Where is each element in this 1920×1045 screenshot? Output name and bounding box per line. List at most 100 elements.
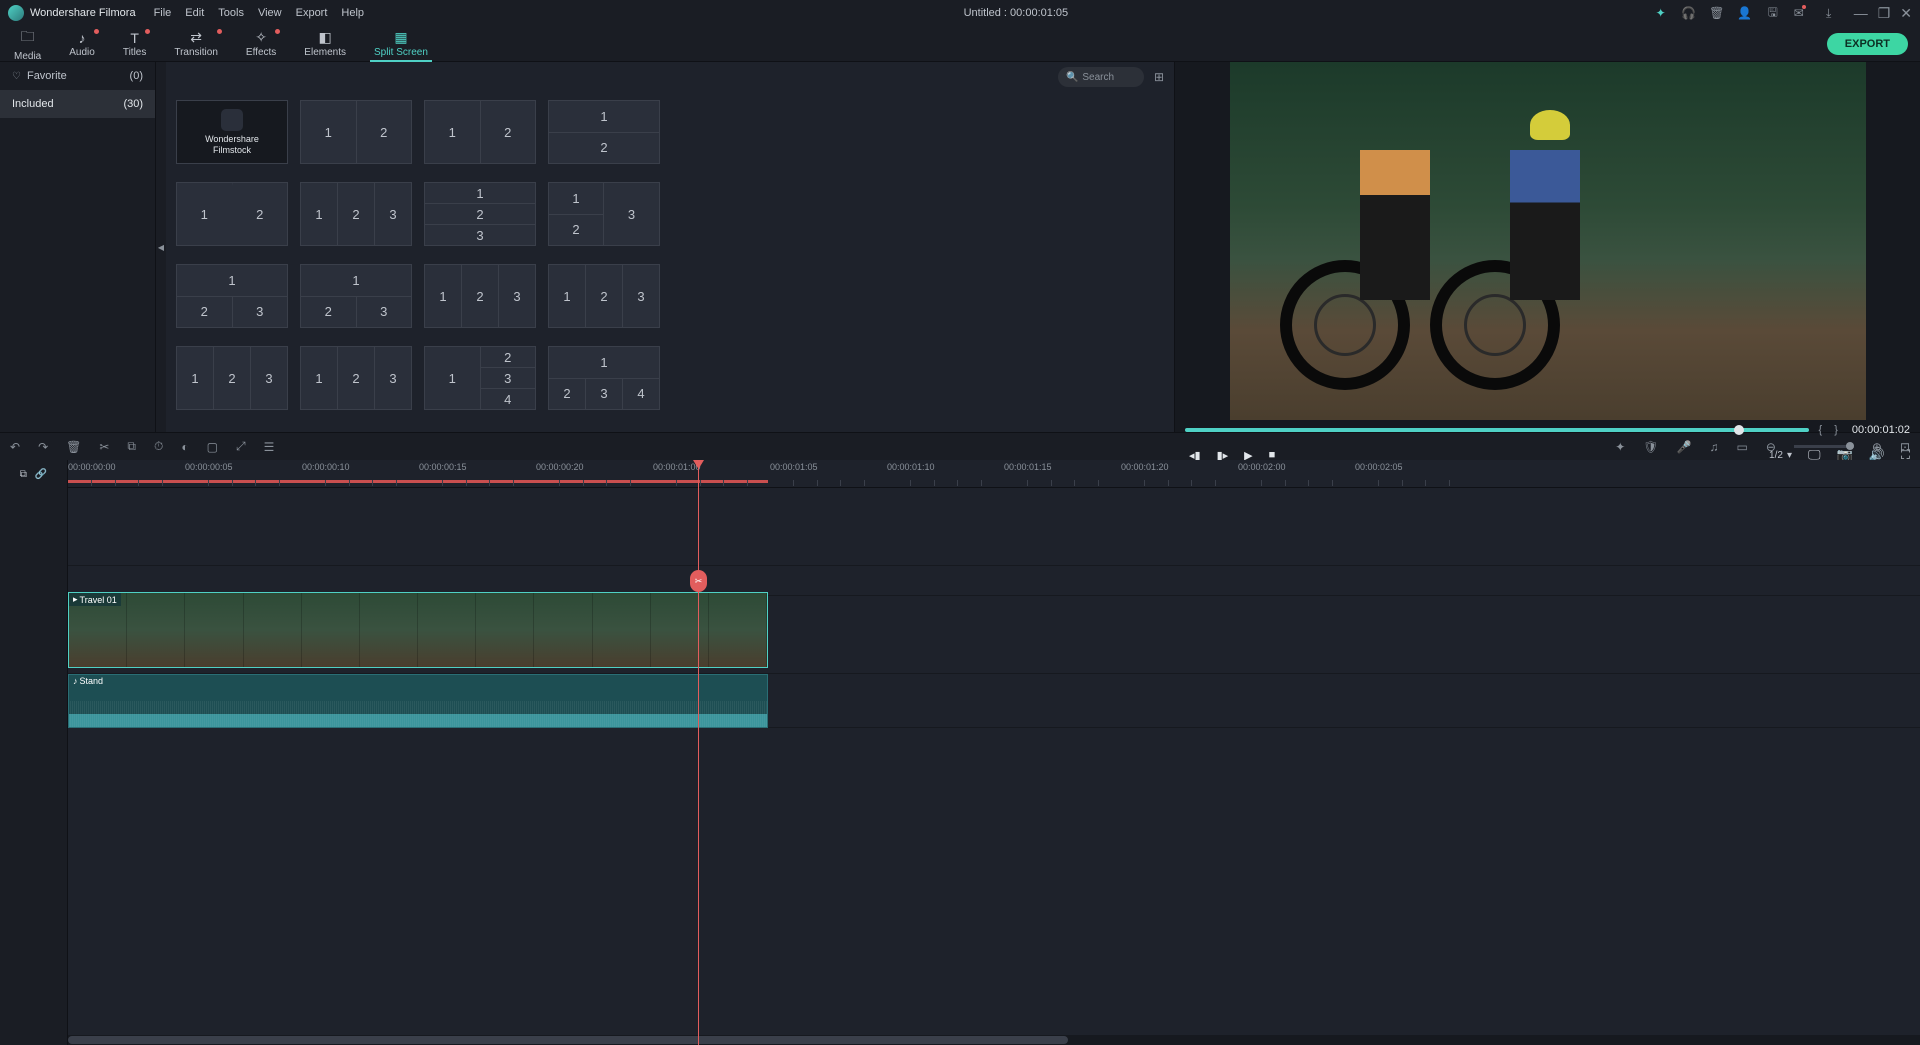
ripple-edit-icon[interactable]: ⧉ <box>20 469 27 480</box>
ruler-tick: 00:00:00:10 <box>302 462 350 472</box>
app-logo-icon <box>8 5 24 21</box>
preview-scrubber[interactable] <box>1185 428 1809 432</box>
sidebar-item-favorite[interactable]: ♡Favorite (0) <box>0 62 155 90</box>
music-icon: ♪ <box>79 30 86 46</box>
tab-media[interactable]: 🗀Media <box>0 26 55 62</box>
zoom-fit-icon[interactable]: ⊡ <box>1900 440 1910 454</box>
expand-icon[interactable]: ⤢ <box>236 439 246 454</box>
grid-icon: ▦ <box>394 29 407 46</box>
mic-icon[interactable]: 🎤 <box>1677 440 1692 454</box>
view-grid-icon[interactable]: ⊞ <box>1154 70 1164 84</box>
track-audio-1[interactable]: ♪1 🔓 🔊 ♪Stand <box>68 674 1920 728</box>
scrubber-handle[interactable] <box>1734 425 1744 435</box>
track-video-1[interactable]: ▣1 🔓 👁 ▸Travel 01 <box>68 596 1920 674</box>
shield-icon[interactable]: 🛡 <box>1643 440 1658 454</box>
preview-canvas <box>1175 62 1920 420</box>
save-icon[interactable]: 🖫 <box>1766 6 1780 20</box>
menu-export[interactable]: Export <box>296 7 328 19</box>
preview-panel: { } 00:00:01:02 ◂▮ ▮▸ ▶ ■ 1/2 ▾ 🖵 📷 🔊 ⛶ <box>1175 62 1920 432</box>
menu-tools[interactable]: Tools <box>218 7 244 19</box>
filmstock-tile[interactable]: WondershareFilmstock <box>176 100 288 164</box>
split-layout-tile[interactable]: 1234 <box>548 346 660 410</box>
split-layout-tile[interactable]: 1234 <box>424 346 536 410</box>
layout-browser: 🔍 Search ⊞ WondershareFilmstock121212121… <box>166 62 1175 432</box>
ruler-tick: 00:00:00:05 <box>185 462 233 472</box>
shapes-icon: ◧ <box>319 29 332 46</box>
window-maximize-icon[interactable]: ❐ <box>1878 5 1891 22</box>
tab-titles[interactable]: TTitles <box>109 26 161 62</box>
split-layout-tile[interactable]: 123 <box>300 264 412 328</box>
split-layout-tile[interactable]: 123 <box>176 346 288 410</box>
ruler-tick: 00:00:01:15 <box>1004 462 1052 472</box>
tab-transition[interactable]: ⇄Transition <box>160 26 232 62</box>
user-icon[interactable]: 👤 <box>1738 6 1752 20</box>
mail-icon[interactable]: ✉ <box>1794 6 1808 20</box>
zoom-out-icon[interactable]: ⊖ <box>1766 440 1776 454</box>
undo-icon[interactable]: ↶ <box>10 440 20 454</box>
green-screen-icon[interactable]: ▢ <box>207 440 218 454</box>
window-close-icon[interactable]: ✕ <box>1900 5 1912 22</box>
title-bar: Wondershare Filmora File Edit Tools View… <box>0 0 1920 26</box>
scrollbar-thumb[interactable] <box>68 1036 1068 1044</box>
crop-icon[interactable]: ⧉ <box>127 439 136 454</box>
menu-help[interactable]: Help <box>341 7 364 19</box>
link-icon[interactable]: 🔗 <box>35 469 47 480</box>
titlebar-actions: ✦ 🎧 🗑 👤 🖫 ✉ ⤓ <box>1654 6 1836 20</box>
redo-icon[interactable]: ↷ <box>38 440 48 454</box>
menu-view[interactable]: View <box>258 7 282 19</box>
settings-sparkle-icon[interactable]: ✦ <box>1654 6 1668 20</box>
menu-edit[interactable]: Edit <box>185 7 204 19</box>
split-layout-tile[interactable]: 123 <box>548 264 660 328</box>
split-clip-button[interactable]: ✂ <box>690 570 707 592</box>
audio-clip[interactable]: ♪Stand <box>68 674 768 728</box>
split-layout-tile[interactable]: 12 <box>548 100 660 164</box>
split-layout-tile[interactable]: 12 <box>300 100 412 164</box>
preview-frame <box>1230 62 1866 420</box>
preview-timecode: 00:00:01:02 <box>1852 424 1910 436</box>
menu-file[interactable]: File <box>154 7 172 19</box>
mark-in-icon[interactable]: { <box>1817 424 1825 436</box>
ruler-tick: 00:00:02:00 <box>1238 462 1286 472</box>
speed-icon[interactable]: ⏱ <box>154 439 163 454</box>
audio-note-icon: ♪ <box>73 676 78 686</box>
tab-split-screen[interactable]: ▦Split Screen <box>360 26 442 62</box>
export-button[interactable]: EXPORT <box>1827 33 1908 55</box>
split-layout-tile[interactable]: 123 <box>176 264 288 328</box>
video-clip[interactable]: ▸Travel 01 <box>68 592 768 668</box>
split-layout-tile[interactable]: 123 <box>300 182 412 246</box>
ruler-tick: 00:00:00:20 <box>536 462 584 472</box>
cut-icon[interactable]: ✂ <box>99 440 109 454</box>
ruler-tick: 00:00:01:05 <box>770 462 818 472</box>
split-layout-tile[interactable]: 123 <box>548 182 660 246</box>
folder-icon: 🗀 <box>21 26 35 50</box>
chevron-down-icon: ▾ <box>1787 450 1792 461</box>
tab-effects[interactable]: ✧Effects <box>232 26 290 62</box>
collapse-sidebar-button[interactable]: ◀ <box>156 62 166 432</box>
tab-elements[interactable]: ◧Elements <box>290 26 360 62</box>
split-layout-tile[interactable]: 12 <box>424 100 536 164</box>
zoom-slider[interactable] <box>1794 445 1854 448</box>
timeline-horizontal-scrollbar[interactable] <box>68 1035 1920 1045</box>
download-icon[interactable]: ⤓ <box>1822 6 1836 20</box>
trash-icon[interactable]: 🗑 <box>1710 6 1724 20</box>
settings-list-icon[interactable]: ☰ <box>264 440 275 454</box>
audio-mixer-icon[interactable]: ♫ <box>1709 440 1718 454</box>
color-icon[interactable]: ◐ <box>181 440 188 454</box>
render-icon[interactable]: ✦ <box>1615 440 1625 454</box>
split-layout-tile[interactable]: 123 <box>300 346 412 410</box>
tab-audio[interactable]: ♪Audio <box>55 26 109 62</box>
marker-add-icon[interactable]: ▭ <box>1736 440 1747 454</box>
headphones-icon[interactable]: 🎧 <box>1682 6 1696 20</box>
media-toolbar: 🗀Media ♪Audio TTitles ⇄Transition ✧Effec… <box>0 26 1920 62</box>
split-layout-tile[interactable]: 123 <box>424 264 536 328</box>
window-minimize-icon[interactable]: — <box>1854 5 1868 22</box>
timeline-ruler[interactable]: 00:00:00:0000:00:00:0500:00:00:1000:00:0… <box>68 460 1920 488</box>
playhead[interactable]: ✂ <box>698 460 699 1045</box>
split-layout-tile[interactable]: 123 <box>424 182 536 246</box>
split-layout-tile[interactable]: 12 <box>176 182 288 246</box>
mark-out-icon[interactable]: } <box>1832 424 1840 436</box>
zoom-in-icon[interactable]: ⊕ <box>1872 440 1882 454</box>
delete-icon[interactable]: 🗑 <box>66 440 81 454</box>
sidebar-item-included[interactable]: Included (30) <box>0 90 155 118</box>
search-input[interactable]: 🔍 Search <box>1058 67 1144 87</box>
